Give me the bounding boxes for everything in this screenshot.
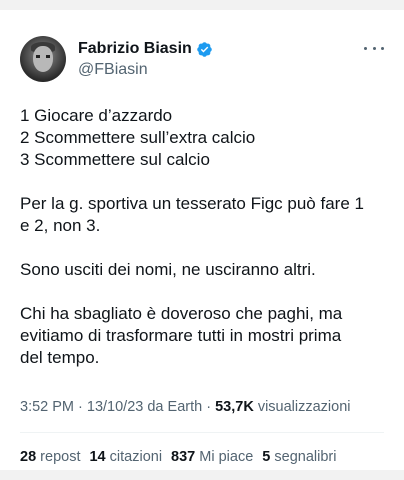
more-dot [381, 46, 384, 50]
avatar-face [33, 46, 53, 72]
author-handle[interactable]: @FBiasin [78, 61, 213, 79]
tweet-source: Earth [167, 399, 203, 415]
like-count: 837 [171, 449, 196, 465]
more-dot [372, 46, 376, 50]
quote-label: citazioni [109, 449, 163, 465]
repost-label: repost [40, 449, 81, 465]
tweet-line: Chi ha sbagliato è doveroso che paghi, m… [20, 304, 343, 323]
bottom-strip [0, 470, 404, 480]
tweet-card: Fabrizio Biasin @FBiasin 1 Giocare d’azz… [0, 10, 404, 470]
repost-stat[interactable]: 28 repost [20, 449, 80, 465]
tweet-line: Per la g. sportiva un tesserato Figc può… [20, 194, 364, 213]
avatar[interactable] [20, 36, 66, 82]
like-stat[interactable]: 837 Mi piace [171, 449, 253, 465]
more-horizontal-icon[interactable] [364, 40, 384, 56]
bookmark-stat[interactable]: 5 segnalibri [262, 449, 336, 465]
display-name-row: Fabrizio Biasin [78, 38, 213, 60]
tweet-line: e 2, non 3. [20, 216, 101, 235]
verified-badge-icon[interactable] [196, 41, 213, 58]
tweet-header: Fabrizio Biasin @FBiasin [20, 36, 384, 86]
tweet-line: Sono usciti dei nomi, ne usciranno altri… [20, 260, 316, 279]
source-prefix: da [143, 399, 168, 415]
author-names: Fabrizio Biasin @FBiasin [78, 38, 213, 79]
quote-count: 14 [89, 449, 106, 465]
tweet-line: 1 Giocare d’azzardo [20, 106, 173, 125]
tweet-time[interactable]: 3:52 PM [20, 399, 74, 415]
tweet-date[interactable]: 13/10/23 [87, 399, 143, 415]
tweet-meta: 3:52 PM · 13/10/23 da Earth · 53,7K visu… [20, 399, 351, 415]
tweet-line: evitiamo di trasformare tutti in mostri … [20, 326, 342, 345]
like-label: Mi piace [199, 449, 254, 465]
more-dot [364, 46, 367, 50]
quote-stat[interactable]: 14 citazioni [89, 449, 162, 465]
views-label[interactable]: visualizzazioni [254, 399, 351, 415]
tweet-line: 2 Scommettere sull’extra calcio [20, 128, 256, 147]
meta-separator: · [74, 399, 87, 415]
divider [20, 432, 384, 433]
tweet-text: 1 Giocare d’azzardo 2 Scommettere sull’e… [20, 105, 388, 369]
tweet-line: 3 Scommettere sul calcio [20, 150, 210, 169]
repost-count: 28 [20, 449, 37, 465]
engagement-stats: 28 repost 14 citazioni 837 Mi piace 5 se… [20, 449, 336, 465]
meta-separator: · [202, 399, 216, 415]
tweet-line: del tempo. [20, 348, 100, 367]
bookmark-count: 5 [262, 449, 271, 465]
views-count[interactable]: 53,7K [215, 399, 254, 415]
bookmark-label: segnalibri [274, 449, 337, 465]
author-display-name[interactable]: Fabrizio Biasin [78, 40, 192, 58]
avatar-eyes [36, 55, 50, 58]
